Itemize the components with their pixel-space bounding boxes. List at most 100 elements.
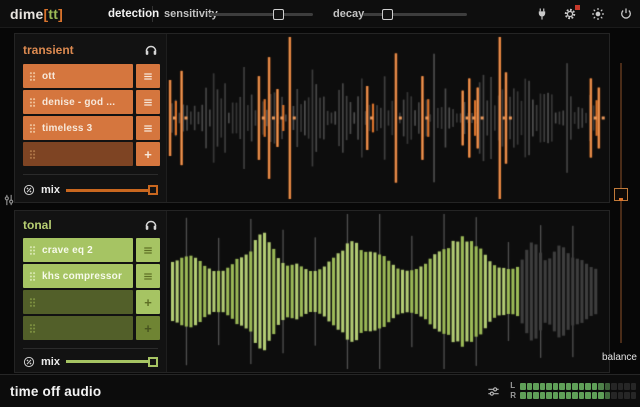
tonal-slot-4-add-button[interactable]: + — [136, 316, 160, 340]
meter-segment — [572, 383, 578, 390]
transient-slot-3-plugin[interactable]: timeless 3 — [23, 116, 133, 140]
sensitivity-thumb[interactable] — [273, 9, 284, 20]
meter-segment — [631, 392, 637, 399]
meter-segment — [611, 383, 617, 390]
slot-menu-icon — [143, 124, 153, 133]
sensitivity-track[interactable] — [209, 13, 313, 16]
sensitivity-slider[interactable] — [209, 8, 313, 20]
transient-header: transient — [23, 40, 160, 59]
meter-segment — [579, 383, 585, 390]
meter-segment — [527, 383, 533, 390]
tonal-mix-thumb[interactable] — [148, 357, 158, 367]
decay-thumb[interactable] — [382, 9, 393, 20]
mix-fill — [66, 189, 158, 192]
add-plugin-icon: + — [144, 322, 152, 335]
meter-segment — [585, 383, 591, 390]
headphones-icon[interactable] — [144, 42, 160, 58]
drag-handle-icon[interactable] — [29, 149, 36, 160]
tonal-slot-3: + — [23, 290, 160, 314]
brand-label: time off audio — [10, 384, 101, 399]
mix-label: mix — [41, 356, 60, 368]
meter-segment — [566, 392, 572, 399]
meter-rows — [520, 383, 636, 399]
transient-slot-1-plugin[interactable]: ott — [23, 64, 133, 88]
drag-handle-icon[interactable] — [29, 97, 36, 108]
slot-menu-icon — [143, 98, 153, 107]
meter-segment — [618, 383, 624, 390]
meter-segment — [527, 392, 533, 399]
tonal-slot-4-empty[interactable] — [23, 316, 133, 340]
logo-tt: tt — [48, 6, 58, 22]
transient-slot-3-menu-button[interactable] — [136, 116, 160, 140]
headphones-icon[interactable] — [144, 217, 160, 233]
dimett-plugin-window: dime[tt] detection sensitivity decay — [0, 0, 640, 407]
meter-segment — [533, 383, 539, 390]
mix-fill — [66, 360, 158, 363]
meter-segment — [553, 392, 559, 399]
slot-menu-icon — [143, 72, 153, 81]
transient-slot-1: ott — [23, 64, 160, 88]
transient-slot-2-plugin[interactable]: denise - god ... — [23, 90, 133, 114]
topbar-actions — [535, 0, 633, 28]
tonal-slot-4: + — [23, 316, 160, 340]
decay-track[interactable] — [363, 13, 467, 16]
meter-segment — [598, 383, 604, 390]
balance-thumb[interactable] — [614, 188, 628, 201]
meter-segment — [592, 383, 598, 390]
transient-slot-4-empty[interactable] — [23, 142, 133, 166]
meter-segment — [611, 392, 617, 399]
tonal-waveform — [167, 211, 609, 372]
mix-label: mix — [41, 184, 60, 196]
meter-segment — [559, 392, 565, 399]
meter-cluster: L R — [487, 382, 636, 400]
meter-right-label: R — [510, 392, 516, 400]
meter-row-left — [520, 383, 636, 390]
drag-handle-icon[interactable] — [29, 323, 36, 334]
slot-menu-icon — [143, 272, 153, 281]
transient-sidebar: transient ottdenise - god ... timeless 3 +… — [15, 34, 167, 202]
drag-handle-icon[interactable] — [29, 297, 36, 308]
brightness-icon[interactable] — [591, 7, 605, 21]
meter-segment — [546, 383, 552, 390]
drag-handle-icon[interactable] — [29, 271, 36, 282]
meter-segment — [553, 383, 559, 390]
filter-sliders-icon[interactable] — [487, 385, 500, 398]
tonal-slot-2-plugin[interactable]: khs compressor — [23, 264, 133, 288]
drag-handle-icon[interactable] — [29, 123, 36, 134]
meter-segment — [618, 392, 624, 399]
tonal-slot-3-add-button[interactable]: + — [136, 290, 160, 314]
slot-menu-icon — [143, 246, 153, 255]
tonal-slot-1-plugin[interactable]: crave eq 2 — [23, 238, 133, 262]
transient-slot-list: ottdenise - god ... timeless 3 + — [23, 64, 160, 166]
tonal-slot-1-menu-button[interactable] — [136, 238, 160, 262]
transient-mix-thumb[interactable] — [148, 185, 158, 195]
meter-segment — [540, 392, 546, 399]
tonal-mix-slider[interactable] — [66, 356, 158, 368]
drag-handle-icon[interactable] — [29, 71, 36, 82]
gear-icon[interactable] — [563, 7, 577, 21]
balance-label: balance — [602, 352, 637, 363]
bottombar: time off audio L R — [0, 374, 640, 407]
transient-waveform — [167, 34, 609, 202]
tonal-slot-3-empty[interactable] — [23, 290, 133, 314]
drag-handle-icon[interactable] — [29, 245, 36, 256]
meter-segment — [592, 392, 598, 399]
divider — [23, 174, 158, 175]
meter-left-label: L — [510, 382, 516, 390]
meter-segment — [566, 383, 572, 390]
transient-title: transient — [23, 43, 74, 57]
tonal-slot-2-menu-button[interactable] — [136, 264, 160, 288]
power-icon[interactable] — [619, 7, 633, 21]
transient-mix-slider[interactable] — [66, 184, 158, 196]
transient-slot-2-menu-button[interactable] — [136, 90, 160, 114]
lr-labels: L R — [510, 382, 516, 400]
plug-icon[interactable] — [535, 7, 549, 21]
decay-slider[interactable] — [363, 8, 467, 20]
transient-slot-1-menu-button[interactable] — [136, 64, 160, 88]
transient-slot-4-add-button[interactable]: + — [136, 142, 160, 166]
meter-segment — [605, 383, 611, 390]
tonal-slot-1: crave eq 2 — [23, 238, 160, 262]
slot-plugin-name: timeless 3 — [42, 123, 92, 134]
balance-track[interactable] — [620, 63, 622, 343]
add-plugin-icon: + — [144, 148, 152, 161]
